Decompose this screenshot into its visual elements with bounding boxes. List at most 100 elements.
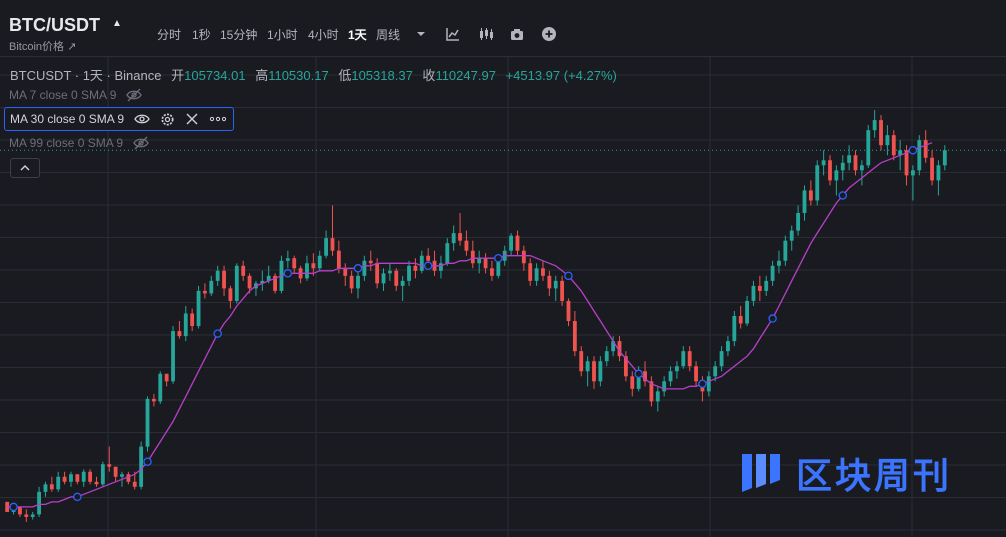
- watermark-text: 区块周刊: [796, 455, 953, 496]
- candle-body: [936, 165, 941, 181]
- candle-body: [713, 366, 718, 377]
- settings-gear-icon[interactable]: [160, 112, 175, 127]
- indicator-ma-30[interactable]: MA 30 close 0 SMA 9: [4, 107, 235, 131]
- candle-body: [426, 255, 431, 261]
- candle-body: [324, 238, 329, 256]
- candle-body: [828, 160, 832, 181]
- indicator-ma-99[interactable]: MA 99 close 0 SMA 9: [4, 132, 149, 154]
- candle-body: [349, 275, 354, 289]
- candle-body: [407, 265, 411, 281]
- candle-body: [553, 280, 558, 289]
- close-icon[interactable]: [185, 112, 199, 126]
- candle-body: [732, 316, 737, 342]
- candle-body: [534, 268, 539, 281]
- symbol-subtitle-link[interactable]: Bitcoin价格 ↗: [9, 38, 76, 54]
- collapse-legend-button[interactable]: [10, 158, 40, 178]
- candle-body: [120, 474, 124, 477]
- candle-body: [203, 290, 207, 294]
- watermark-logo-icon: [742, 454, 780, 492]
- candle-body: [311, 263, 316, 269]
- legend-low-label: 低: [338, 68, 352, 83]
- candle-body: [566, 300, 571, 322]
- add-icon[interactable]: [541, 26, 557, 42]
- symbol-title[interactable]: BTC/USDT: [9, 15, 100, 36]
- candle-body: [62, 476, 67, 482]
- indicator-ma-7[interactable]: MA 7 close 0 SMA 9: [4, 84, 143, 106]
- candle-body: [687, 351, 692, 367]
- candle-body: [222, 270, 226, 289]
- candle-body: [336, 250, 341, 269]
- indicator-ma-30-label: MA 30 close 0 SMA 9: [10, 112, 125, 126]
- candle-body: [24, 514, 29, 517]
- candle-body: [789, 230, 794, 241]
- candle-body: [783, 240, 788, 261]
- candle-body: [770, 265, 775, 281]
- timeframe-1d[interactable]: 1天: [348, 26, 367, 43]
- candle-body: [853, 155, 858, 171]
- eye-icon[interactable]: [134, 112, 150, 126]
- candle-body: [630, 376, 635, 389]
- candle-body: [796, 213, 801, 231]
- legend-change: +4513.97 (+4.27%): [505, 68, 617, 83]
- timeframe-4h[interactable]: 4小时: [308, 26, 339, 43]
- candle-body: [496, 260, 501, 276]
- timeframe-1w[interactable]: 周线: [376, 26, 400, 43]
- candle-body: [509, 235, 513, 251]
- ma-30-marker: [283, 269, 293, 278]
- candle-body: [158, 373, 163, 402]
- candle-body: [885, 135, 890, 146]
- candle-body: [145, 398, 150, 447]
- candle-body: [305, 263, 309, 279]
- candle-body: [802, 190, 807, 214]
- more-options-icon[interactable]: [209, 116, 227, 122]
- candle-body: [30, 514, 35, 517]
- candle-body: [43, 484, 48, 492]
- symbol-caret-icon[interactable]: ▲: [112, 18, 122, 29]
- timeframe-1s[interactable]: 1秒: [192, 26, 211, 43]
- candle-body: [726, 341, 730, 352]
- candle-body: [668, 371, 673, 382]
- watermark: 区块周刊: [738, 447, 952, 499]
- candle-body: [662, 381, 667, 392]
- candle-body: [879, 120, 883, 146]
- ma-30-marker: [564, 271, 573, 281]
- timeframe-tick[interactable]: 分时: [157, 26, 181, 43]
- candle-body: [209, 280, 214, 294]
- snapshot-icon[interactable]: [509, 26, 525, 42]
- timeframe-1h[interactable]: 1小时: [267, 26, 298, 43]
- candle-body: [445, 243, 450, 264]
- eye-hidden-icon[interactable]: [133, 136, 149, 150]
- chart-type-icon[interactable]: [478, 26, 494, 42]
- candle-body: [419, 255, 424, 271]
- candle-body: [604, 351, 609, 362]
- candle-body: [317, 255, 322, 269]
- candle-body: [872, 120, 877, 131]
- dropdown-caret-icon[interactable]: [413, 26, 429, 42]
- candle-body: [56, 476, 61, 490]
- candle-body: [164, 373, 169, 382]
- candle-body: [757, 285, 762, 291]
- candle-body: [215, 270, 220, 281]
- candle-body: [745, 300, 749, 324]
- candle-body: [400, 280, 405, 286]
- candle-body: [751, 285, 756, 301]
- legend-open-label: 开: [171, 68, 185, 83]
- candle-body: [151, 398, 156, 402]
- candle-body: [196, 290, 201, 327]
- ma-30-marker: [213, 329, 222, 338]
- timeframe-15m[interactable]: 15分钟: [220, 26, 257, 43]
- legend-low: 105318.37: [351, 68, 413, 83]
- candle-body: [81, 471, 86, 482]
- indicators-icon[interactable]: [445, 26, 461, 42]
- ma-30-marker: [838, 191, 848, 200]
- candle-body: [572, 321, 577, 352]
- candle-body: [521, 250, 526, 264]
- candle-body: [132, 481, 137, 487]
- eye-hidden-icon[interactable]: [126, 88, 143, 102]
- candle-body: [451, 233, 456, 244]
- candle-body: [547, 275, 552, 289]
- candle-body: [464, 240, 469, 251]
- candle-body: [18, 506, 22, 515]
- candle-body: [387, 270, 392, 274]
- candle-body: [592, 361, 596, 382]
